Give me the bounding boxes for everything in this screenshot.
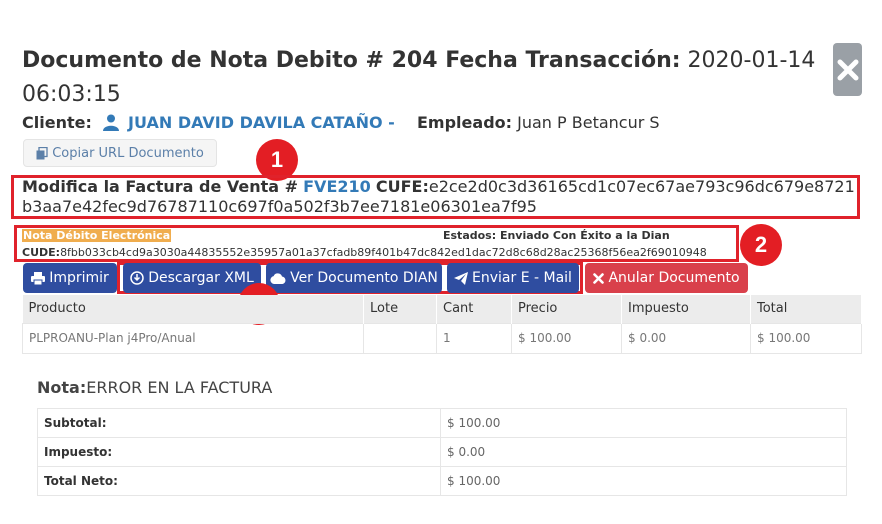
note-label: Nota: bbox=[37, 378, 87, 397]
col-header-impuesto: Impuesto bbox=[621, 295, 751, 323]
page-title: Documento de Nota Debito # 204 Fecha Tra… bbox=[22, 44, 822, 112]
user-icon bbox=[102, 114, 119, 135]
employee-name: Juan P Betancur S bbox=[517, 113, 660, 132]
close-button[interactable] bbox=[833, 43, 862, 96]
copy-url-label: Copiar URL Documento bbox=[52, 145, 204, 161]
send-email-label: Enviar E - Mail bbox=[472, 270, 572, 286]
copy-url-button[interactable]: Copiar URL Documento bbox=[23, 139, 217, 167]
cell-cant: 1 bbox=[436, 322, 512, 354]
close-icon bbox=[837, 59, 858, 80]
note: Nota:ERROR EN LA FACTURA bbox=[37, 378, 272, 397]
col-header-lote: Lote bbox=[363, 295, 437, 323]
col-header-total: Total bbox=[750, 295, 862, 323]
invoice-number-link[interactable]: FVE210 bbox=[303, 177, 371, 196]
table-row: PLPROANU-Plan j4Pro/Anual 1 $ 100.00 $ 0… bbox=[22, 322, 862, 354]
download-xml-button[interactable]: Descargar XML bbox=[123, 263, 261, 293]
cancel-document-button[interactable]: Anular Documento bbox=[585, 263, 748, 293]
cude-label: CUDE: bbox=[22, 246, 61, 259]
annotation-marker-2: 2 bbox=[740, 224, 782, 266]
view-dian-button[interactable]: Ver Documento DIAN bbox=[266, 263, 442, 293]
cell-producto: PLPROANU-Plan j4Pro/Anual bbox=[22, 322, 364, 354]
net-total-value: $ 100.00 bbox=[440, 466, 847, 496]
cloud-icon bbox=[270, 272, 286, 284]
col-header-cant: Cant bbox=[436, 295, 512, 323]
subtotal-label: Subtotal: bbox=[37, 408, 441, 438]
cude-row: CUDE:8fbb033cb4cd9a3030a44835552e35957a0… bbox=[22, 246, 707, 259]
cell-lote bbox=[363, 322, 437, 354]
copy-icon bbox=[36, 146, 48, 159]
net-total-label: Total Neto: bbox=[37, 466, 441, 496]
col-header-precio: Precio bbox=[511, 295, 622, 323]
col-header-producto: Producto bbox=[22, 295, 364, 323]
download-xml-label: Descargar XML bbox=[148, 270, 254, 286]
tax-label: Impuesto: bbox=[37, 437, 441, 467]
products-table: Producto Lote Cant Precio Impuesto Total… bbox=[22, 295, 862, 354]
products-header-row: Producto Lote Cant Precio Impuesto Total bbox=[22, 295, 862, 323]
print-icon bbox=[31, 271, 46, 285]
client-label: Cliente: bbox=[22, 113, 92, 132]
times-icon bbox=[593, 272, 605, 284]
invoice-reference: Modifica la Factura de Venta # FVE210 CU… bbox=[22, 177, 858, 217]
cancel-document-label: Anular Documento bbox=[608, 270, 740, 286]
cude-value: 8fbb033cb4cd9a3030a44835552e35957a01a37c… bbox=[60, 246, 707, 259]
print-label: Imprimir bbox=[49, 270, 109, 286]
print-button[interactable]: Imprimir bbox=[23, 263, 117, 293]
send-icon bbox=[454, 271, 469, 285]
totals-row: Total Neto: $ 100.00 bbox=[37, 466, 847, 496]
title-text: Documento de Nota Debito # 204 Fecha Tra… bbox=[22, 48, 681, 73]
employee-label: Empleado: bbox=[417, 113, 513, 132]
cell-impuesto: $ 0.00 bbox=[621, 322, 751, 354]
status-text: Estados: Enviado Con Éxito a la Dian bbox=[443, 229, 670, 242]
client-name[interactable]: JUAN DAVID DAVILA CATAÑO - bbox=[128, 113, 395, 132]
invoice-prefix: Modifica la Factura de Venta # bbox=[22, 177, 299, 196]
doc-type-badge: Nota Débito Electrónica bbox=[22, 229, 172, 242]
totals-row: Impuesto: $ 0.00 bbox=[37, 437, 847, 467]
note-text: ERROR EN LA FACTURA bbox=[86, 378, 273, 397]
cell-precio: $ 100.00 bbox=[511, 322, 622, 354]
cufe-label: CUFE: bbox=[375, 177, 429, 196]
tax-value: $ 0.00 bbox=[440, 437, 847, 467]
download-icon bbox=[130, 271, 144, 285]
cell-total: $ 100.00 bbox=[750, 322, 862, 354]
subtotal-value: $ 100.00 bbox=[440, 408, 847, 438]
totals-row: Subtotal: $ 100.00 bbox=[37, 408, 847, 438]
client-row: Cliente: JUAN DAVID DAVILA CATAÑO - Empl… bbox=[22, 113, 660, 135]
view-dian-label: Ver Documento DIAN bbox=[290, 270, 438, 286]
totals-table: Subtotal: $ 100.00 Impuesto: $ 0.00 Tota… bbox=[37, 408, 847, 496]
send-email-button[interactable]: Enviar E - Mail bbox=[447, 263, 579, 293]
